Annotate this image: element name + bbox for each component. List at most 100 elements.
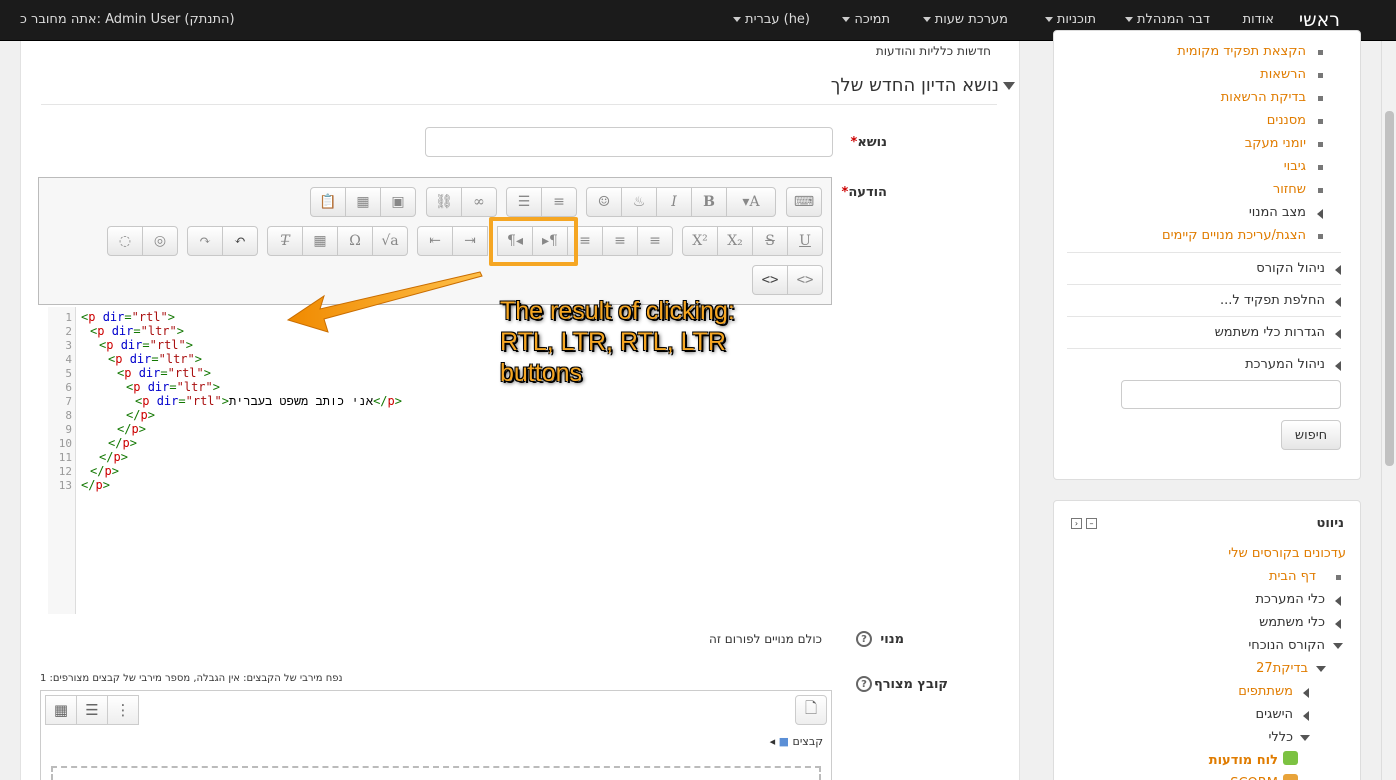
nav-about[interactable]: אודות [1243,12,1274,27]
admin-link[interactable]: הרשאות [1260,67,1306,82]
bullet-icon [1318,234,1323,239]
code-icon[interactable]: <> [787,265,823,295]
code-line: </p> [126,408,155,422]
redo-icon[interactable]: ↷ [187,226,223,256]
clear-format-icon[interactable]: T̶ [267,226,303,256]
font-style-icon[interactable]: ▾A [726,187,776,217]
help-icon[interactable]: ? [856,631,872,647]
code-line: <p dir="rtl"> [117,366,211,380]
nav-item[interactable]: כללי [1268,730,1293,745]
nav-item[interactable]: משתתפים [1238,684,1293,699]
scrollbar-thumb[interactable] [1385,111,1394,466]
collapse-block-icon[interactable]: – [1086,518,1097,529]
list-view-icon[interactable]: ☰ [76,695,108,725]
help-icon[interactable]: ? [856,676,872,692]
chevron-left-icon [1335,619,1341,629]
admin-link[interactable]: יומני מעקב [1245,136,1306,151]
align-center-icon[interactable]: ≡ [602,226,638,256]
subscription-value: כולם מנויים לפורום זה [709,632,822,646]
admin-search-input[interactable] [1121,380,1341,409]
admin-section[interactable]: ניהול המערכת [1245,357,1325,372]
admin-section[interactable]: ניהול הקורס [1256,261,1325,276]
indent-icon[interactable]: ⇥ [452,226,488,256]
file-drop-zone[interactable] [51,766,821,780]
chevron-down-icon [922,17,931,22]
cake-icon[interactable]: ♨ [621,187,657,217]
forum-icon [1283,751,1298,765]
align-left-icon[interactable]: ≡ [637,226,673,256]
superscript-icon[interactable]: X² [682,226,718,256]
special-char-icon[interactable]: Ω [337,226,373,256]
paste-icon[interactable]: 📋 [310,187,346,217]
icon-view-icon[interactable]: ▦ [45,695,77,725]
chevron-down-icon [1333,643,1343,649]
unordered-list-icon[interactable]: ≡ [541,187,577,217]
subject-input[interactable] [425,127,833,157]
brand-home-link[interactable]: ראשי [1299,9,1340,31]
table-icon[interactable]: ▦ [302,226,338,256]
nav-item[interactable]: לוח מודעות [1209,753,1278,768]
bullet-icon [1336,575,1341,580]
admin-branch[interactable]: מצב המנוי [1249,205,1306,220]
nav-schedule[interactable]: מערכת שעות [922,12,1008,27]
link-icon[interactable]: ∞ [461,187,497,217]
undo-icon[interactable]: ↶ [222,226,258,256]
admin-link[interactable]: בדיקת הרשאות [1221,90,1306,105]
nav-item[interactable]: דף הבית [1269,569,1316,584]
html-source-icon[interactable]: <> [752,265,788,295]
admin-section[interactable]: הגדרות כלי משתמש [1215,325,1325,340]
subject-label-text: נושא [857,135,887,150]
emoticon-icon[interactable]: ☺ [586,187,622,217]
line-number: 10 [58,437,72,450]
subscription-label: מנוי [880,632,904,647]
line-number: 12 [58,465,72,478]
nav-item[interactable]: כלי המערכת [1255,592,1325,607]
underline-icon[interactable]: U [787,226,823,256]
admin-link[interactable]: מסננים [1267,113,1306,128]
ordered-list-icon[interactable]: ☰ [506,187,542,217]
nav-item[interactable]: הישגים [1255,707,1293,722]
nav-item[interactable]: הקורס הנוכחי [1248,638,1325,653]
login-info[interactable]: אתה מחובר כ: Admin User (התנתק) [20,12,235,27]
nav-programs[interactable]: תוכניות [1044,12,1096,27]
admin-link[interactable]: שחזור [1273,182,1306,197]
nav-item[interactable]: עדכונים בקורסים שלי [1228,546,1346,561]
nav-support-label: תמיכה [854,12,890,27]
line-number: 2 [65,325,72,338]
admin-link[interactable]: הקצאת תפקיד מקומית [1177,44,1306,59]
strikethrough-icon[interactable]: S [752,226,788,256]
add-file-icon[interactable]: 🗋 [795,695,827,725]
italic-icon[interactable]: I [656,187,692,217]
accessibility-check-icon[interactable]: ◌ [107,226,143,256]
annotation-text: The result of clicking: RTL, LTR, RTL, L… [500,296,800,389]
line-number: 4 [65,353,72,366]
line-number: 6 [65,381,72,394]
admin-link[interactable]: הצגת/עריכת מנויים קיימים [1162,228,1306,243]
folder-icon: ■ [778,735,790,748]
subscript-icon[interactable]: X₂ [717,226,753,256]
nav-support[interactable]: תמיכה [842,12,890,27]
files-folder[interactable]: קבצים ■ ◂ [770,735,823,748]
keyboard-icon[interactable]: ⌨ [786,187,822,217]
page-scrollbar[interactable] [1381,41,1396,780]
dock-icon[interactable]: › [1071,518,1082,529]
screenreader-icon[interactable]: ◎ [142,226,178,256]
admin-section[interactable]: החלפת תפקיד ל... [1220,293,1325,308]
nav-principal-message[interactable]: דבר המנהלת [1124,12,1210,27]
admin-link[interactable]: גיבוי [1284,159,1306,174]
nav-item[interactable]: בדיקת27 [1256,661,1308,676]
nav-language[interactable]: עברית ‎(he)‎ [733,12,810,27]
bullet-icon [1318,188,1323,193]
breadcrumb[interactable]: חדשות כלליות והודעות [876,44,991,58]
video-icon[interactable]: ▦ [345,187,381,217]
nav-item[interactable]: כלי משתמש [1259,615,1325,630]
unlink-icon[interactable]: ⛓ [426,187,462,217]
search-button[interactable]: חיפוש [1281,420,1341,450]
equation-icon[interactable]: √a [372,226,408,256]
form-legend[interactable]: נושא הדיון החדש שלך [831,75,1015,96]
tree-view-icon[interactable]: ⋮ [107,695,139,725]
outdent-icon[interactable]: ⇤ [417,226,453,256]
bold-icon[interactable]: B [691,187,727,217]
nav-item[interactable]: SCORM [1230,776,1278,780]
image-icon[interactable]: ▣ [380,187,416,217]
